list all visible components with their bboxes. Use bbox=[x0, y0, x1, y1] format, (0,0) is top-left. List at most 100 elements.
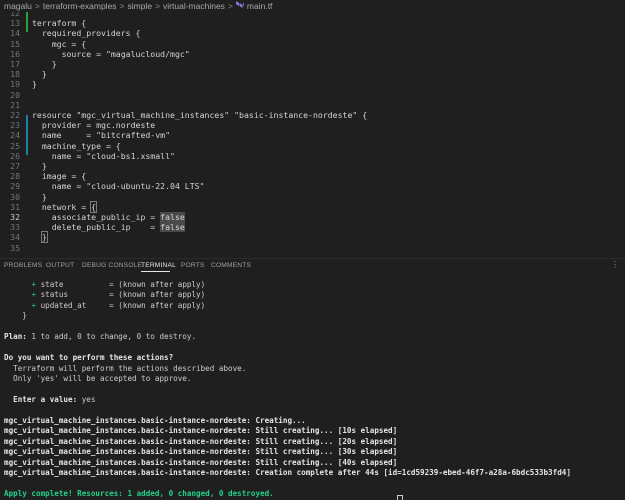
line-number: 26 bbox=[10, 150, 20, 161]
panel-tabs: PROBLEMS OUTPUT DEBUG CONSOLE TERMINAL P… bbox=[0, 258, 625, 273]
line-number: 16 bbox=[10, 48, 20, 59]
code-text: } bbox=[32, 231, 48, 244]
breadcrumb-item-virtual-machines[interactable]: virtual-machines bbox=[163, 1, 225, 11]
line-number: 12 bbox=[10, 12, 20, 18]
terminal-line: } bbox=[4, 311, 27, 321]
breadcrumb-separator: > bbox=[155, 1, 161, 11]
code-text: } bbox=[32, 191, 47, 202]
terminal-line: Terraform will perform the actions descr… bbox=[4, 363, 247, 373]
editor-line: 31 network = { bbox=[0, 200, 625, 213]
line-number: 27 bbox=[10, 161, 20, 171]
terminal-line: mgc_virtual_machine_instances.basic-inst… bbox=[4, 426, 398, 436]
editor-line: 22 resource "mgc_virtual_machine_instance… bbox=[0, 110, 625, 120]
line-number: 22 bbox=[10, 110, 20, 120]
editor-line: 13 terraform { bbox=[0, 18, 625, 28]
code-text: } bbox=[32, 59, 57, 69]
editor-line: 33 delete_public_ip = false bbox=[0, 222, 625, 233]
editor-line: 34 } bbox=[0, 231, 625, 244]
breadcrumb-item-simple[interactable]: simple bbox=[128, 1, 153, 11]
terminal-line: mgc_virtual_machine_instances.basic-inst… bbox=[4, 468, 571, 478]
code-text: source = "magalucloud/mgc" bbox=[32, 48, 190, 59]
tab-problems[interactable]: PROBLEMS bbox=[4, 262, 42, 269]
code-text: name = "cloud-bs1.xsmall" bbox=[32, 150, 175, 161]
line-number: 21 bbox=[10, 99, 20, 110]
terminal-line: mgc_virtual_machine_instances.basic-inst… bbox=[4, 436, 398, 446]
editor-line: 16 source = "magalucloud/mgc" bbox=[0, 49, 625, 59]
editor-line: 14 required_providers { bbox=[0, 28, 625, 38]
editor-line: 20 bbox=[0, 90, 625, 100]
editor-line: 27 } bbox=[0, 161, 625, 171]
tab-output[interactable]: OUTPUT bbox=[46, 262, 74, 269]
tab-debug-console[interactable]: DEBUG CONSOLE bbox=[82, 262, 142, 269]
breadcrumb-item-terraform-examples[interactable]: terraform-examples bbox=[43, 1, 117, 11]
editor-line: 24 name = "bitcrafted-vm" bbox=[0, 130, 625, 140]
line-number: 19 bbox=[10, 79, 20, 90]
terminal-line: mgc_virtual_machine_instances.basic-inst… bbox=[4, 457, 398, 467]
line-number: 30 bbox=[10, 191, 20, 202]
highlighted-value: false bbox=[160, 212, 185, 222]
code-text: delete_public_ip = false bbox=[32, 222, 185, 233]
terminal-cursor bbox=[397, 495, 403, 500]
editor-line: 21 bbox=[0, 100, 625, 110]
terminal-line: + state = (known after apply) bbox=[31, 280, 206, 289]
terraform-file-icon bbox=[235, 1, 244, 11]
line-number: 31 bbox=[10, 201, 20, 212]
active-tab-indicator bbox=[141, 271, 170, 272]
prompt-label: Enter a value: bbox=[4, 394, 78, 404]
editor-line: 15 mgc = { bbox=[0, 39, 625, 49]
line-number: 23 bbox=[10, 120, 20, 131]
editor-line: 35 bbox=[0, 243, 625, 253]
code-text: associate_public_ip = false bbox=[32, 212, 185, 222]
line-number: 35 bbox=[10, 242, 20, 253]
plus-sign: + bbox=[31, 300, 37, 310]
line-number: 28 bbox=[10, 171, 20, 182]
breadcrumb: magalu > terraform-examples > simple > v… bbox=[0, 0, 625, 12]
breadcrumb-separator: > bbox=[119, 1, 125, 11]
line-number: 24 bbox=[10, 130, 20, 141]
breadcrumb-separator: > bbox=[34, 1, 40, 11]
editor-line: 12 bbox=[0, 12, 625, 18]
terminal-line: Only 'yes' will be accepted to approve. bbox=[4, 374, 192, 384]
code-text: required_providers { bbox=[32, 28, 141, 39]
editor-line: 17 } bbox=[0, 59, 625, 69]
editor-line: 26 name = "cloud-bs1.xsmall" bbox=[0, 151, 625, 161]
more-icon[interactable]: ⋮ bbox=[611, 260, 619, 269]
editor-line: 30 } bbox=[0, 192, 625, 202]
tab-ports[interactable]: PORTS bbox=[181, 262, 205, 269]
code-text: } bbox=[32, 161, 47, 171]
code-text: name = "bitcrafted-vm" bbox=[32, 130, 171, 141]
plan-label: Plan: bbox=[4, 332, 27, 342]
editor-line: 18 } bbox=[0, 69, 625, 79]
editor-line: 19} bbox=[0, 79, 625, 89]
breadcrumb-file[interactable]: main.tf bbox=[247, 1, 273, 11]
code-text: } bbox=[32, 79, 37, 90]
terminal-line: Plan: 1 to add, 0 to change, 0 to destro… bbox=[4, 332, 197, 342]
terminal-line: Do you want to perform these actions? bbox=[4, 353, 174, 363]
breadcrumb-item-magalu[interactable]: magalu bbox=[4, 1, 32, 11]
line-number: 33 bbox=[10, 222, 20, 233]
editor-line: 23 provider = mgc.nordeste bbox=[0, 120, 625, 130]
code-text: image = { bbox=[32, 171, 87, 182]
line-number: 25 bbox=[10, 140, 20, 151]
plus-sign: + bbox=[31, 290, 37, 300]
terminal[interactable]: + state = (known after apply) + status =… bbox=[0, 274, 625, 500]
line-number: 14 bbox=[10, 28, 20, 39]
line-number: 13 bbox=[10, 18, 20, 29]
breadcrumb-separator: > bbox=[227, 1, 233, 11]
terminal-line: mgc_virtual_machine_instances.basic-inst… bbox=[4, 415, 306, 425]
tab-comments[interactable]: COMMENTS bbox=[211, 262, 251, 269]
bracket-match: { bbox=[90, 200, 98, 213]
code-text: resource "mgc_virtual_machine_instances"… bbox=[32, 110, 368, 120]
line-number: 29 bbox=[10, 181, 20, 192]
highlighted-value: false bbox=[160, 222, 185, 233]
terminal-line: mgc_virtual_machine_instances.basic-inst… bbox=[4, 447, 398, 457]
line-number: 34 bbox=[10, 232, 20, 243]
line-number: 20 bbox=[10, 89, 20, 100]
plus-sign: + bbox=[31, 280, 37, 289]
code-editor[interactable]: 12 13 terraform {14 required_providers {15… bbox=[0, 12, 625, 258]
line-number: 15 bbox=[10, 38, 20, 49]
editor-line: 28 image = { bbox=[0, 171, 625, 181]
terminal-line: Enter a value: yes bbox=[4, 394, 96, 404]
terminal-line: Apply complete! Resources: 1 added, 0 ch… bbox=[4, 489, 274, 498]
tab-terminal[interactable]: TERMINAL bbox=[141, 262, 176, 269]
